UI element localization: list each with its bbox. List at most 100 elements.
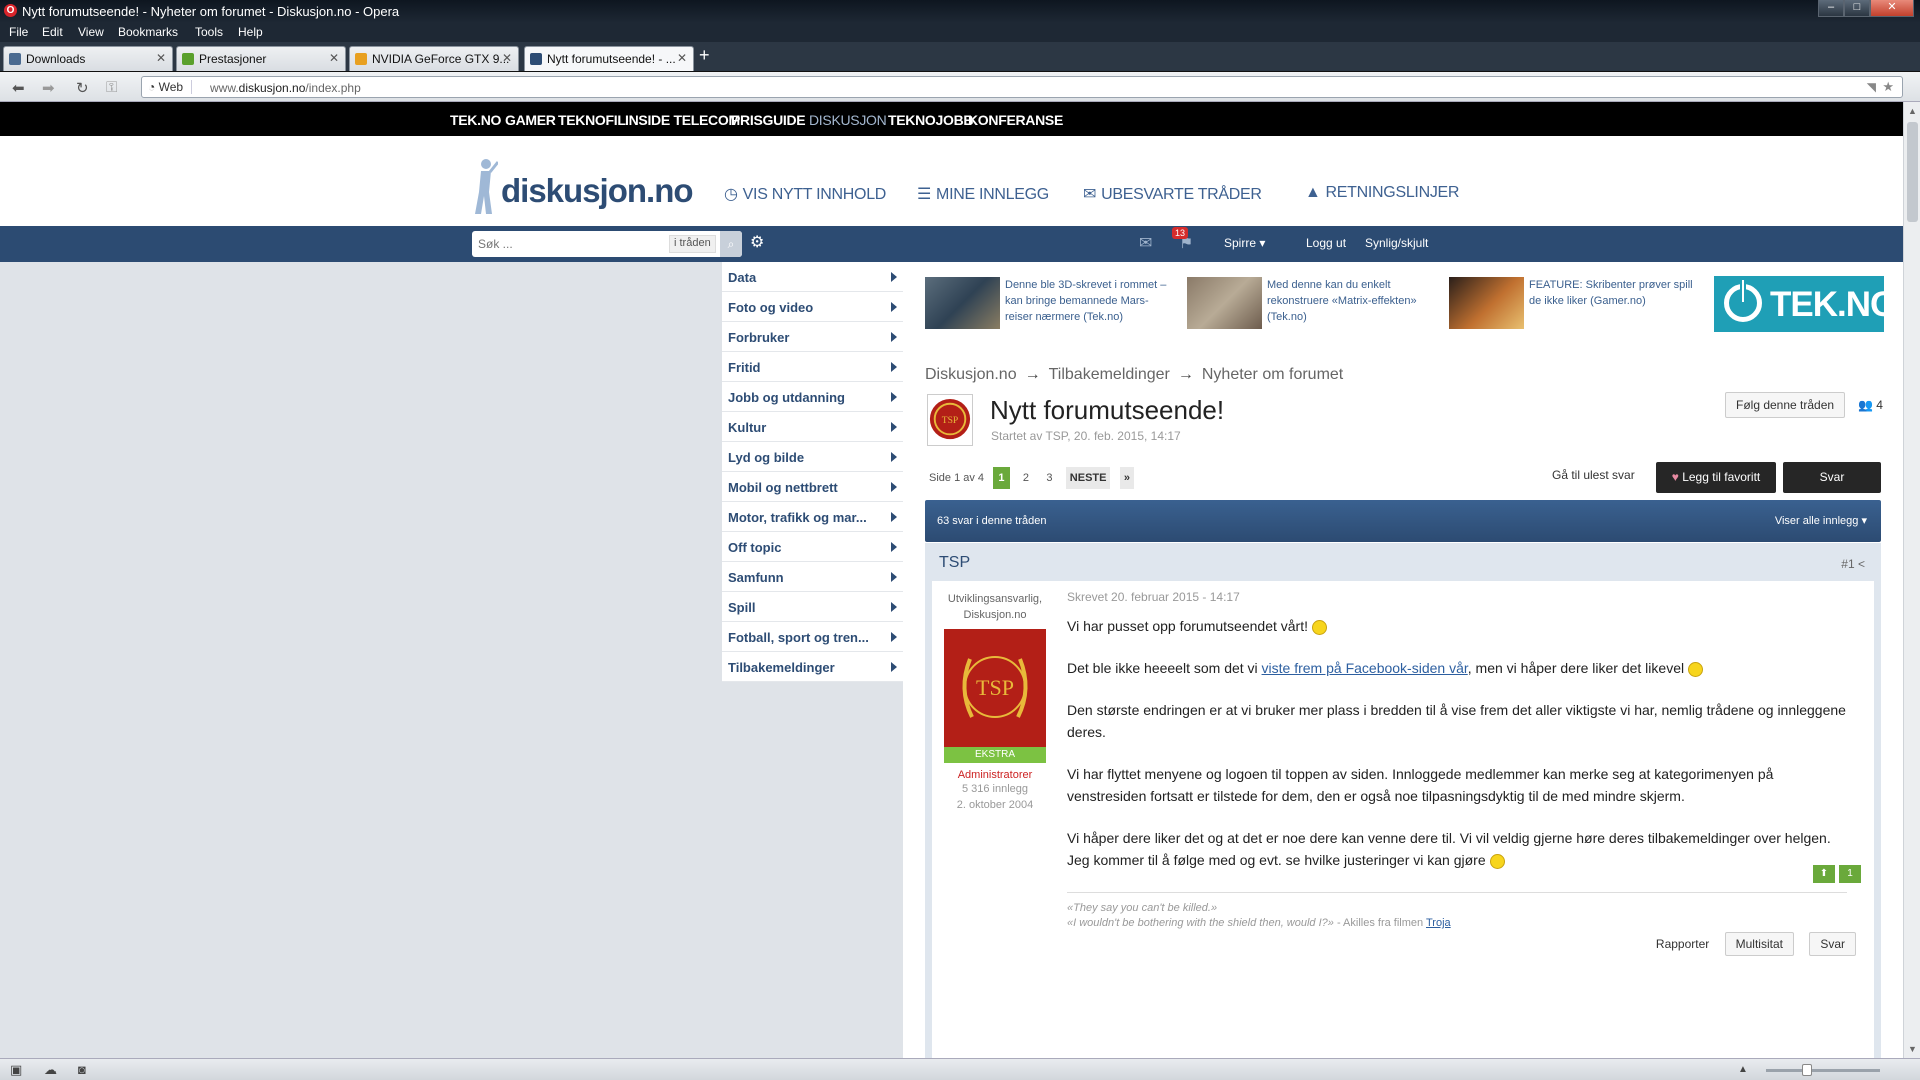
menu-tools[interactable]: Tools <box>195 25 223 39</box>
scroll-up-icon[interactable]: ▲ <box>1908 106 1917 116</box>
nav-gamer[interactable]: GAMER <box>505 112 556 128</box>
category-off-topic[interactable]: Off topic <box>722 532 903 562</box>
visibility-toggle[interactable]: Synlig/skjult <box>1365 236 1428 250</box>
star-icon[interactable]: ★ <box>1882 79 1894 95</box>
author-avatar[interactable]: TSP <box>944 629 1046 747</box>
breadcrumb-item[interactable]: Tilbakemeldinger <box>1049 366 1170 383</box>
category-forbruker[interactable]: Forbruker <box>722 322 903 352</box>
zoom-up-icon[interactable]: ▲ <box>1738 1064 1748 1075</box>
zoom-slider-handle[interactable] <box>1802 1064 1812 1076</box>
rss-icon[interactable]: ◥ <box>1867 80 1876 94</box>
last-page-button[interactable]: » <box>1119 467 1134 489</box>
category-foto-og-video[interactable]: Foto og video <box>722 292 903 322</box>
zoom-slider[interactable] <box>1766 1069 1880 1072</box>
user-menu[interactable]: Spirre ▾ <box>1224 236 1265 250</box>
nav-vis-nytt-innhold[interactable]: ◷ VIS NYTT INNHOLD <box>724 184 886 204</box>
author-group[interactable]: Administratorer <box>932 769 1058 781</box>
follow-thread-button[interactable]: Følg denne tråden <box>1725 392 1846 418</box>
nav-prisguide[interactable]: PRISGUIDE <box>731 112 806 128</box>
scroll-down-icon[interactable]: ▼ <box>1908 1044 1917 1054</box>
menu-edit[interactable]: Edit <box>42 25 63 39</box>
nav-diskusjon[interactable]: DISKUSJON <box>809 112 887 128</box>
add-favorite-button[interactable]: ♥ Legg til favoritt <box>1656 462 1776 493</box>
nav-retningslinjer[interactable]: ▲ RETNINGSLINJER <box>1305 184 1459 202</box>
report-link[interactable]: Rapporter <box>1656 937 1709 951</box>
breadcrumb-item[interactable]: Diskusjon.no <box>925 366 1017 383</box>
url-text[interactable]: www.diskusjon.no/index.php <box>210 81 361 95</box>
back-icon[interactable]: ⬅ <box>12 79 25 97</box>
close-window-button[interactable]: ✕ <box>1870 0 1914 17</box>
next-page-button[interactable]: NESTE <box>1065 467 1111 489</box>
nav-teknojobb[interactable]: TEKNOJOBB <box>888 112 974 128</box>
category-tilbakemeldinger[interactable]: Tilbakemeldinger <box>722 652 903 682</box>
gear-icon[interactable]: ⚙ <box>750 232 764 252</box>
teaser-title[interactable]: FEATURE: Skribenter prøver spill de ikke… <box>1529 277 1699 309</box>
search-scope[interactable]: i tråden <box>669 235 716 253</box>
page-link-2[interactable]: 2 <box>1019 467 1033 489</box>
breadcrumb-item[interactable]: Nyheter om forumet <box>1202 366 1343 383</box>
category-fritid[interactable]: Fritid <box>722 352 903 382</box>
maximize-button[interactable]: □ <box>1844 0 1870 17</box>
thread-starter-avatar[interactable]: TSP <box>927 394 973 446</box>
close-tab-icon[interactable]: ✕ <box>329 51 339 65</box>
tekno-logo[interactable]: TEK.NO <box>1714 276 1897 332</box>
scroll-thumb[interactable] <box>1907 122 1918 222</box>
new-tab-button[interactable]: + <box>699 46 710 64</box>
category-mobil-og-nettbrett[interactable]: Mobil og nettbrett <box>722 472 903 502</box>
nav-inside-telecom[interactable]: INSIDE TELECOM <box>625 112 740 128</box>
menu-bookmarks[interactable]: Bookmarks <box>118 25 178 39</box>
troja-link[interactable]: Troja <box>1426 917 1451 929</box>
search-icon[interactable]: ⌕ <box>720 231 742 257</box>
category-data[interactable]: Data <box>722 262 903 292</box>
category-samfunn[interactable]: Samfunn <box>722 562 903 592</box>
tab-downloads[interactable]: Downloads ✕ <box>3 46 173 71</box>
close-tab-icon[interactable]: ✕ <box>502 51 512 65</box>
menu-file[interactable]: File <box>9 25 28 39</box>
facebook-link[interactable]: viste frem på Facebook-siden vår <box>1262 660 1468 676</box>
close-tab-icon[interactable]: ✕ <box>677 51 687 65</box>
category-fotball-sport[interactable]: Fotball, sport og tren... <box>722 622 903 652</box>
nav-konferanse[interactable]: KONFERANSE <box>968 112 1063 128</box>
panel-toggle-icon[interactable]: ▣ <box>10 1062 22 1078</box>
reload-icon[interactable]: ↻ <box>76 79 89 97</box>
category-spill[interactable]: Spill <box>722 592 903 622</box>
cloud-icon[interactable]: ☁ <box>44 1062 57 1078</box>
post-reply-button[interactable]: Svar <box>1809 932 1856 956</box>
logout-link[interactable]: Logg ut <box>1306 236 1346 250</box>
speed-dial-icon[interactable]: ◙ <box>78 1062 86 1077</box>
tab-nvidia[interactable]: NVIDIA GeForce GTX 9... ✕ <box>349 46 519 71</box>
web-label[interactable]: ◔ Web <box>148 80 193 94</box>
nav-ubesvarte-trader[interactable]: ✉ UBESVARTE TRÅDER <box>1083 184 1262 204</box>
share-icon[interactable]: < <box>1858 557 1865 571</box>
inbox-icon[interactable]: ✉ <box>1139 233 1152 253</box>
menu-help[interactable]: Help <box>238 25 263 39</box>
forward-icon[interactable]: ➡ <box>42 79 55 97</box>
category-lyd-og-bilde[interactable]: Lyd og bilde <box>722 442 903 472</box>
multiquote-button[interactable]: Multisitat <box>1724 932 1794 956</box>
tab-active-thread[interactable]: Nytt forumutseende! - ... ✕ <box>524 46 694 71</box>
vertical-scrollbar[interactable]: ▲ ▼ <box>1903 102 1920 1058</box>
post-author[interactable]: TSP <box>939 554 970 572</box>
page-link-1[interactable]: 1 <box>993 467 1010 489</box>
key-icon[interactable]: ⚿ <box>106 79 117 96</box>
view-filter-dropdown[interactable]: Viser alle innlegg ▾ <box>1775 514 1867 527</box>
page-link-3[interactable]: 3 <box>1042 467 1056 489</box>
tab-prestasjoner[interactable]: Prestasjoner ✕ <box>176 46 346 71</box>
menu-view[interactable]: View <box>78 25 104 39</box>
search-input[interactable] <box>474 232 664 256</box>
category-motor-trafikk[interactable]: Motor, trafikk og mar... <box>722 502 903 532</box>
minimize-button[interactable]: – <box>1818 0 1844 17</box>
category-kultur[interactable]: Kultur <box>722 412 903 442</box>
teaser-title[interactable]: Med denne kan du enkelt rekonstruere «Ma… <box>1267 277 1437 325</box>
go-to-unread-link[interactable]: Gå til ulest svar <box>1552 468 1635 482</box>
nav-mine-innlegg[interactable]: ☰ MINE INNLEGG <box>917 184 1049 204</box>
nav-teknofil[interactable]: TEKNOFIL <box>558 112 626 128</box>
close-tab-icon[interactable]: ✕ <box>156 51 166 65</box>
url-field[interactable]: ◔ Web www.diskusjon.no/index.php ◥ ★ <box>141 76 1903 98</box>
nav-tekno[interactable]: TEK.NO <box>450 112 501 128</box>
post-number[interactable]: #1 < <box>1841 557 1865 571</box>
reply-button[interactable]: Svar <box>1783 462 1881 493</box>
upvote-icon[interactable]: ⬆ <box>1813 865 1835 883</box>
teaser-title[interactable]: Denne ble 3D-skrevet i rommet – kan brin… <box>1005 277 1175 325</box>
category-jobb-og-utdanning[interactable]: Jobb og utdanning <box>722 382 903 412</box>
